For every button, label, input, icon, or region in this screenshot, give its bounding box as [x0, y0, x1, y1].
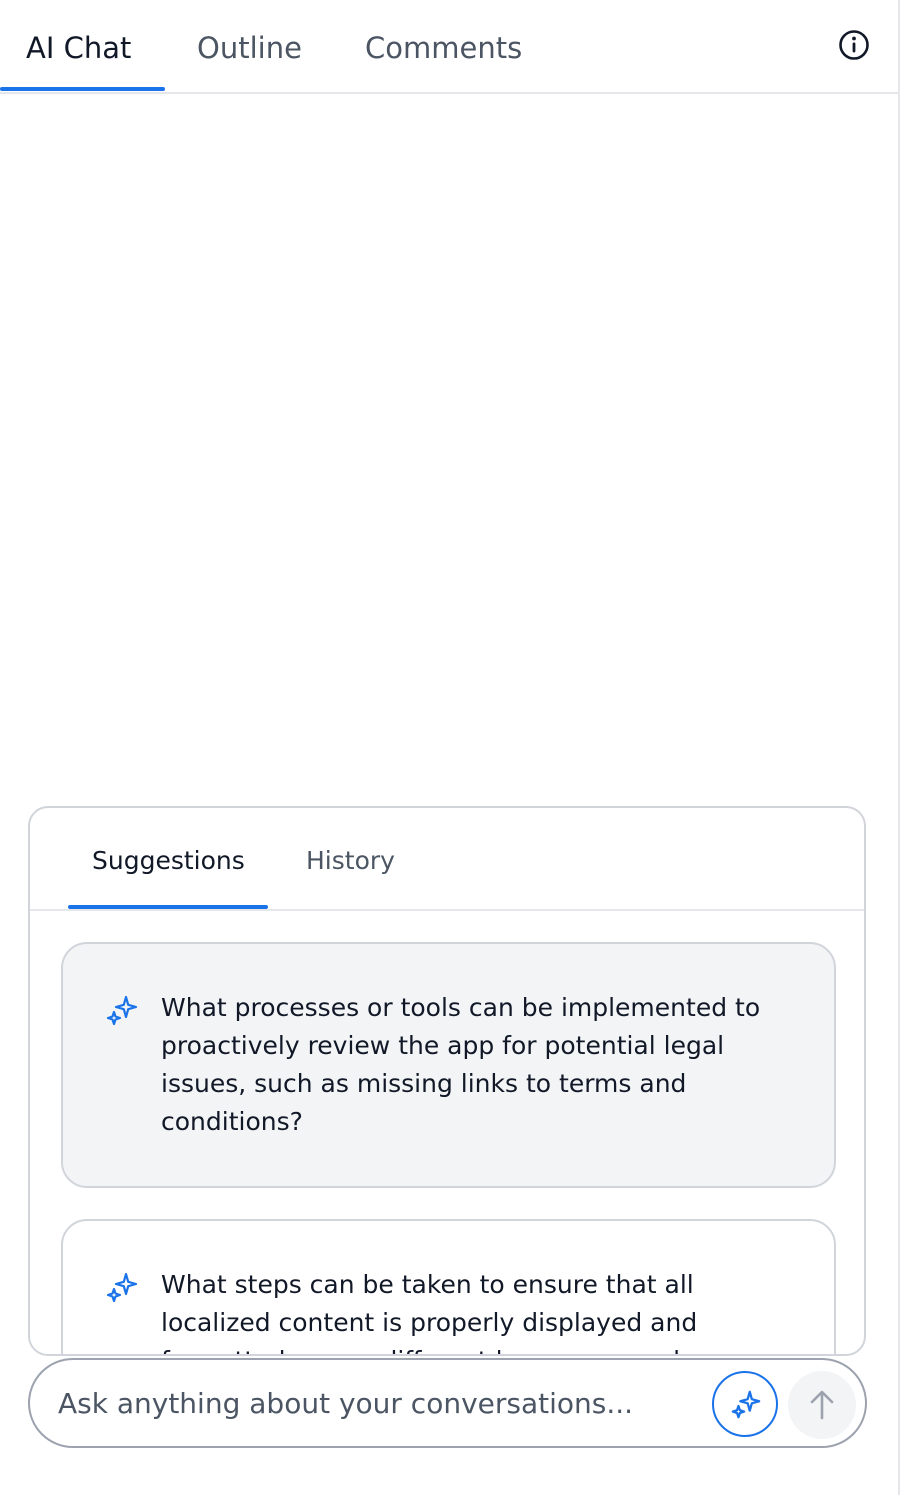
active-tab-indicator — [0, 87, 165, 91]
top-tab-bar: AI Chat Outline Comments — [0, 0, 898, 94]
sparkle-button[interactable] — [712, 1371, 778, 1437]
sparkle-icon — [105, 1271, 139, 1305]
suggestions-tab-indicator — [68, 905, 268, 909]
suggestions-tab-bar: Suggestions History — [30, 808, 864, 911]
suggestion-card[interactable]: What steps can be taken to ensure that a… — [61, 1219, 836, 1354]
tab-suggestions[interactable]: Suggestions — [92, 844, 245, 878]
tab-comments[interactable]: Comments — [365, 28, 522, 68]
ai-chat-panel: AI Chat Outline Comments Suggestions His… — [0, 0, 900, 1495]
chat-input[interactable] — [58, 1380, 698, 1426]
info-icon[interactable] — [838, 29, 870, 61]
send-button[interactable] — [788, 1371, 856, 1439]
suggestions-panel: Suggestions History What processes or to… — [28, 806, 866, 1356]
tab-outline[interactable]: Outline — [197, 28, 302, 68]
arrow-up-icon — [810, 1390, 834, 1420]
suggestion-card[interactable]: What processes or tools can be implement… — [61, 942, 836, 1188]
chat-input-bar — [28, 1358, 867, 1448]
sparkle-icon — [105, 994, 139, 1028]
suggestion-text: What processes or tools can be implement… — [161, 993, 761, 1136]
tab-ai-chat[interactable]: AI Chat — [26, 28, 131, 68]
sparkle-icon — [731, 1390, 761, 1419]
tab-history[interactable]: History — [306, 844, 395, 878]
suggestion-text: What steps can be taken to ensure that a… — [161, 1270, 698, 1354]
